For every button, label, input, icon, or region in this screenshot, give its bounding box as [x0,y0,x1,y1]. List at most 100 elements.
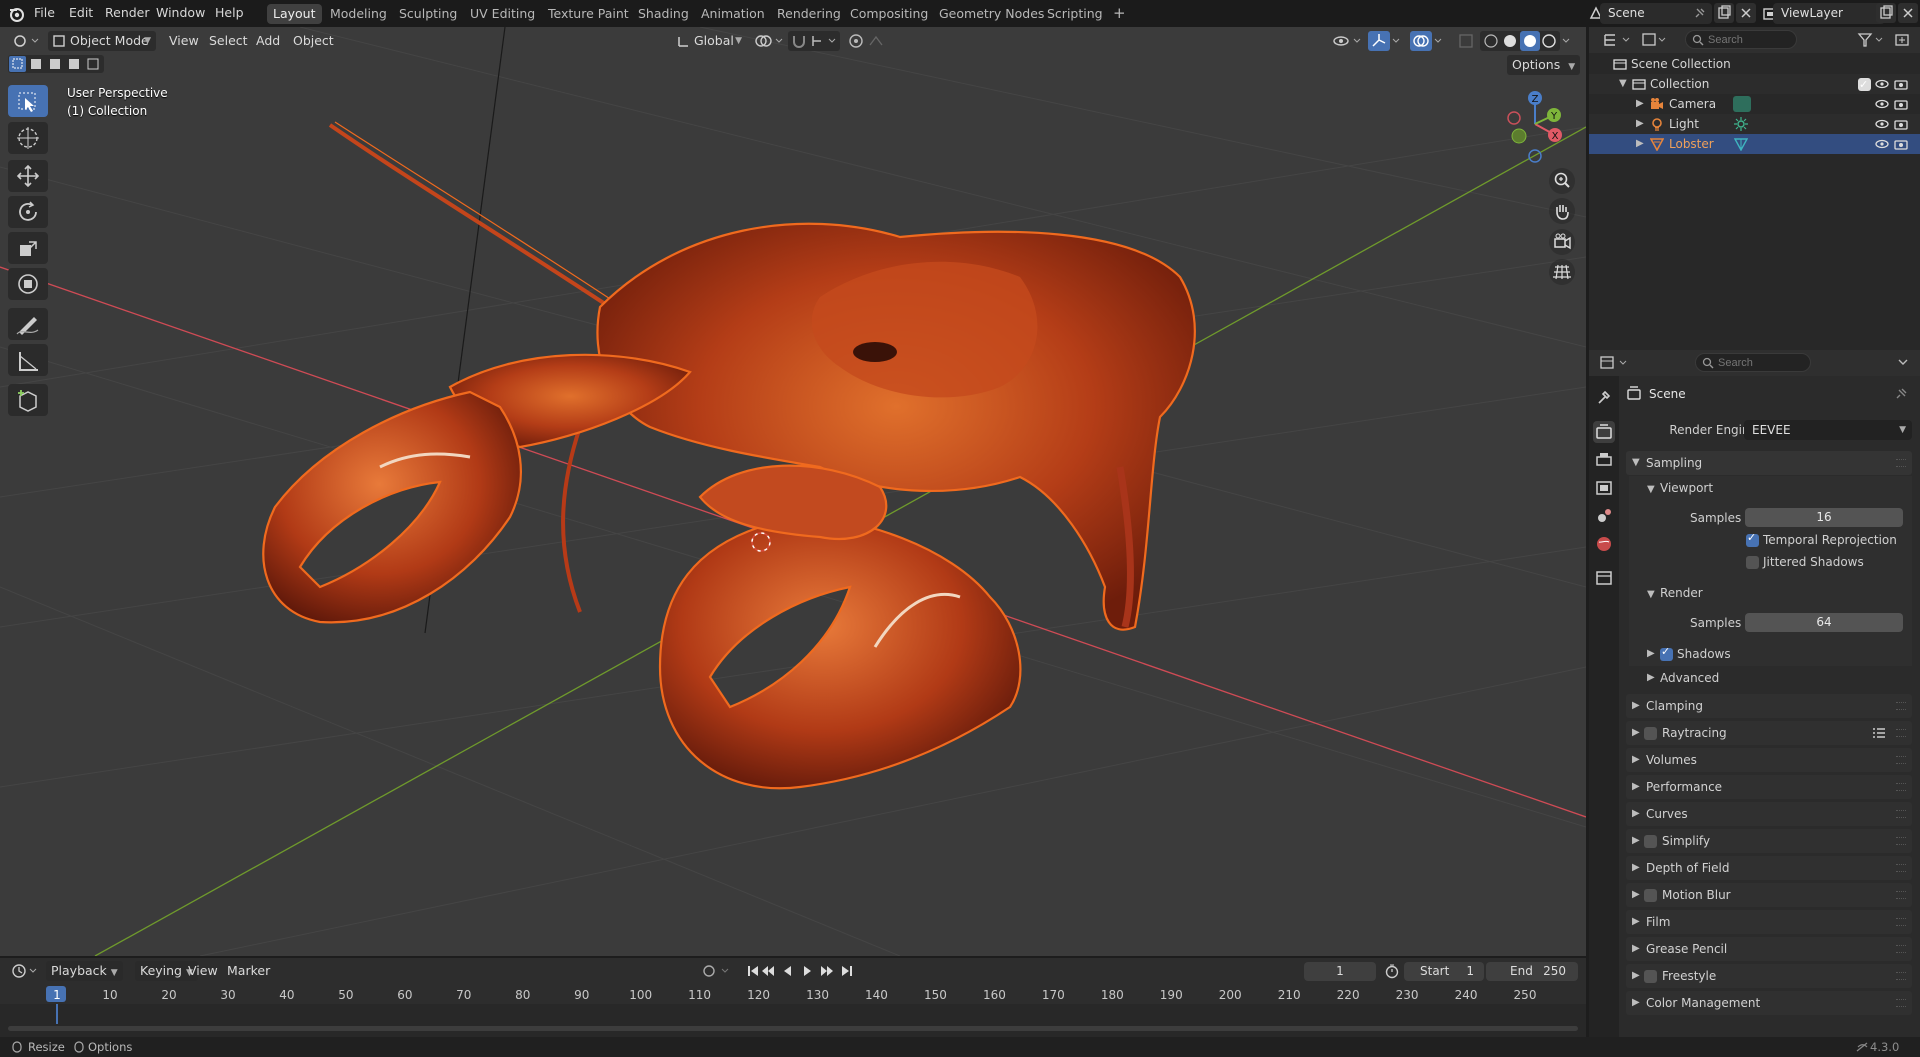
outliner-row-camera[interactable]: ▶ Camera [1589,94,1920,114]
drag-handle-icon[interactable] [1896,783,1906,791]
panel-performance[interactable]: ▶ Performance [1626,775,1912,799]
record-icon[interactable] [700,963,734,979]
jump-start-arrow[interactable] [751,966,758,976]
eye-icon[interactable] [1875,118,1889,130]
timeline-menu-marker[interactable]: Marker [222,961,275,981]
menu-file[interactable]: File [34,5,55,20]
tab-layout[interactable]: Layout [267,4,322,24]
current-frame-field[interactable]: 1 [1304,962,1376,981]
transform-orientation-dropdown[interactable]: Global ▼ [672,31,744,51]
view-layer-selector[interactable]: ViewLayer [1773,3,1885,24]
temporal-reprojection-checkbox[interactable] [1746,531,1759,547]
drag-handle-icon[interactable] [1896,918,1906,926]
jump-start-icon[interactable] [748,966,750,976]
viewport-menu-select[interactable]: Select [204,31,253,51]
tab-view-layer[interactable] [1593,477,1615,499]
object-mode-dropdown[interactable]: Object Mode ▼ [48,31,156,51]
tool-annotate[interactable] [8,308,48,340]
tab-scene[interactable] [1593,505,1615,527]
camera-data-icon[interactable] [1733,96,1751,112]
menu-render[interactable]: Render [105,5,150,20]
tool-add-cube[interactable] [8,384,48,416]
play-icon[interactable] [804,966,811,976]
freestyle-checkbox[interactable] [1644,970,1657,983]
start-frame-field[interactable]: Start 1 [1404,962,1484,981]
timeline-menu-view[interactable]: View [183,961,223,981]
outliner-search-input[interactable] [1708,32,1792,47]
new-view-layer-button[interactable] [1876,3,1896,23]
panel-depth-of-field[interactable]: ▶ Depth of Field [1626,856,1912,880]
simplify-checkbox[interactable] [1644,835,1657,848]
panel-color-management[interactable]: ▶ Color Management [1626,991,1912,1015]
pivot-point-button[interactable] [752,31,786,51]
navigation-gizmo[interactable]: Z X Y [1500,86,1580,166]
chevron-right-icon[interactable]: ▶ [1636,94,1644,114]
drag-handle-icon[interactable] [1896,891,1906,899]
drag-handle-icon[interactable] [1896,810,1906,818]
filter-icon[interactable] [1857,32,1887,48]
viewport-samples-field[interactable]: 16 [1745,508,1903,527]
properties-search-field[interactable] [1695,353,1811,372]
shading-dropdown[interactable] [1560,31,1574,51]
outliner-row-light[interactable]: ▶ Light [1589,114,1920,134]
add-workspace-button[interactable]: + [1107,3,1132,23]
drag-handle-icon[interactable] [1896,864,1906,872]
snap-toggle[interactable] [788,31,840,51]
stopwatch-icon[interactable] [1384,963,1400,979]
clock-icon[interactable] [10,962,40,980]
motion-blur-checkbox[interactable] [1644,889,1657,902]
next-keyframe-icon[interactable] [821,966,833,976]
delete-view-layer-button[interactable] [1898,3,1918,23]
gizmo-neg-z-icon[interactable] [1528,149,1542,163]
tab-world[interactable] [1593,533,1615,555]
3d-viewport[interactable] [0,27,1586,956]
render-subpanel-title[interactable]: Render [1660,583,1703,603]
panel-sampling[interactable]: ▼ Sampling [1626,451,1912,475]
advanced-label[interactable]: Advanced [1660,668,1719,688]
tool-cursor[interactable] [8,122,48,154]
gizmo-toggle[interactable] [1368,31,1390,51]
blender-logo-icon[interactable] [8,5,25,22]
render-camera-icon[interactable] [1894,78,1908,90]
tool-scale[interactable] [8,232,48,264]
outliner-search-field[interactable] [1685,30,1797,49]
render-samples-field[interactable]: 64 [1745,613,1903,632]
panel-motion-blur[interactable]: ▶ Motion Blur [1626,883,1912,907]
camera-view-button[interactable] [1549,229,1575,255]
overlay-dropdown[interactable] [1432,31,1446,51]
tab-output[interactable] [1593,449,1615,471]
viewport-menu-object[interactable]: Object [288,31,339,51]
chevron-down-icon[interactable] [1896,357,1910,369]
drag-handle-icon[interactable] [1896,999,1906,1007]
eye-icon[interactable] [1875,78,1889,90]
panel-simplify[interactable]: ▶ Simplify [1626,829,1912,853]
proportional-edit-toggle[interactable] [846,31,896,51]
new-collection-icon[interactable] [1894,32,1912,48]
drag-handle-icon[interactable] [1896,459,1906,467]
tool-select-box[interactable] [8,85,48,117]
properties-search-input[interactable] [1718,355,1806,370]
chevron-down-icon[interactable]: ▼ [1647,585,1655,605]
zoom-button[interactable] [1549,168,1575,194]
end-frame-field[interactable]: End 250 [1486,962,1578,981]
tab-rendering[interactable]: Rendering [771,4,847,24]
drag-handle-icon[interactable] [1896,945,1906,953]
xray-toggle[interactable] [1456,31,1476,51]
visibility-dropdown[interactable] [1330,31,1366,51]
drag-handle-icon[interactable] [1896,729,1906,737]
jump-end-arrow[interactable] [842,966,849,976]
prev-keyframe-icon[interactable] [762,966,774,976]
outliner-row-scene-collection[interactable]: Scene Collection [1589,54,1920,74]
jump-end-icon[interactable] [850,966,852,976]
eye-icon[interactable] [1875,138,1889,150]
mesh-data-icon[interactable] [1734,137,1748,151]
new-scene-button[interactable] [1714,3,1734,23]
gizmo-neg-y-icon[interactable] [1511,128,1527,144]
gizmo-neg-x-icon[interactable] [1507,111,1521,125]
tab-uv-editing[interactable]: UV Editing [464,4,541,24]
drag-handle-icon[interactable] [1896,702,1906,710]
tab-sculpting[interactable]: Sculpting [393,4,463,24]
outliner-row-lobster[interactable]: ▶ Lobster [1589,134,1920,154]
panel-film[interactable]: ▶ Film [1626,910,1912,934]
render-camera-icon[interactable] [1894,98,1908,110]
